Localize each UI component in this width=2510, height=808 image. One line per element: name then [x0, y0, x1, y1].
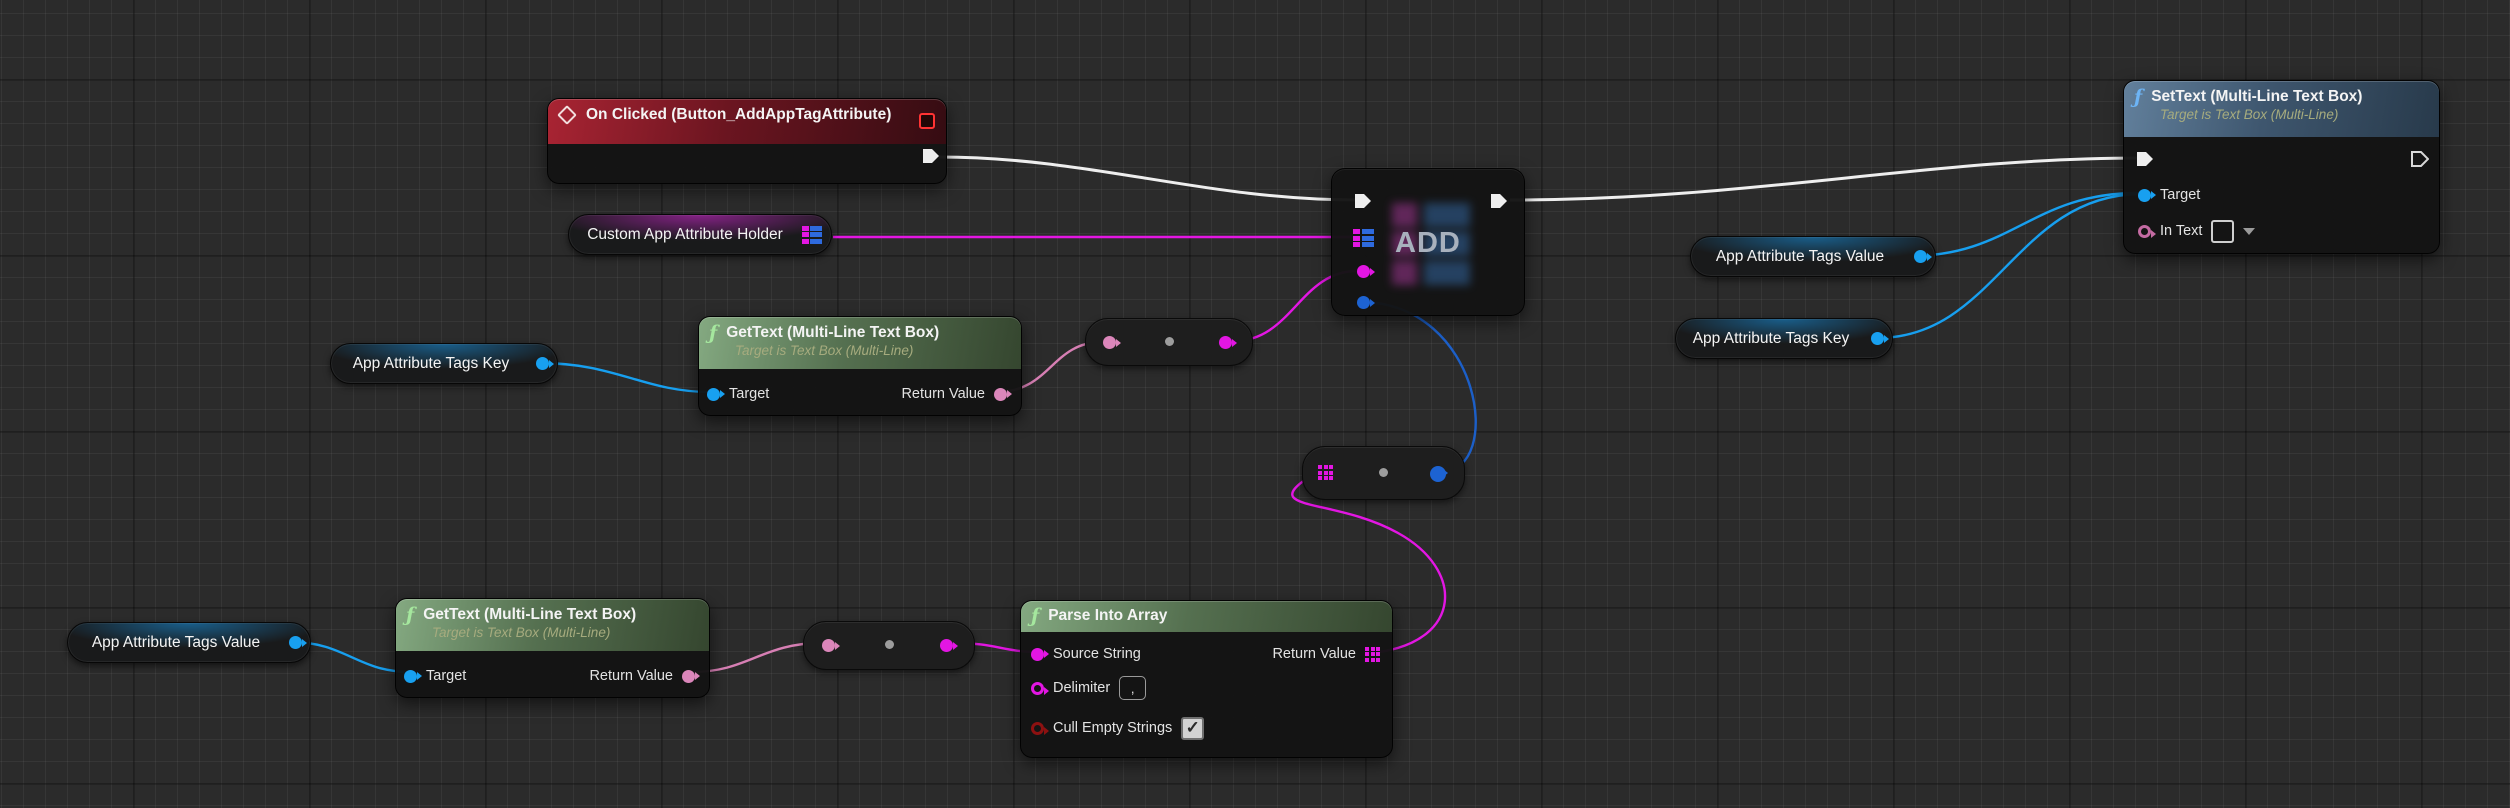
- cull-empty-strings-checkbox[interactable]: ✓: [1181, 717, 1204, 740]
- wire-exec-add-to-settext[interactable]: [1510, 158, 2140, 200]
- return-value-label: Return Value: [1272, 646, 1356, 662]
- in-text-label: In Text: [2160, 223, 2202, 239]
- source-string-pin[interactable]: [1031, 648, 1044, 661]
- target-pin-label: Target: [2160, 187, 2200, 203]
- delimiter-value: ,: [1131, 681, 1135, 696]
- function-node-subtitle: Target is Text Box (Multi-Line): [735, 343, 913, 358]
- conversion-input-pin[interactable]: [822, 639, 835, 652]
- target-pin-label: Target: [729, 386, 769, 402]
- in-text-input[interactable]: [2211, 220, 2234, 243]
- add-node-label: ADD: [1395, 227, 1461, 260]
- function-node-subtitle: Target is Text Box (Multi-Line): [432, 625, 610, 640]
- variable-pill-label: Custom App Attribute Holder: [587, 226, 783, 244]
- function-node-title: SetText (Multi-Line Text Box): [2151, 87, 2362, 107]
- source-string-label: Source String: [1053, 646, 1141, 662]
- object-pin[interactable]: [1914, 250, 1927, 263]
- conversion-node-text-to-string-bottom[interactable]: [803, 621, 975, 670]
- function-node-header: ƒ GetText (Multi-Line Text Box) Target i…: [396, 599, 709, 651]
- function-icon: ƒ: [1031, 606, 1039, 626]
- target-pin[interactable]: [707, 388, 720, 401]
- variable-pill-custom-app-attribute-holder[interactable]: Custom App Attribute Holder: [568, 214, 832, 255]
- variable-pill-app-attribute-tags-key-left[interactable]: App Attribute Tags Key: [330, 343, 558, 384]
- exec-out-pin[interactable]: [922, 148, 940, 164]
- object-pin[interactable]: [289, 636, 302, 649]
- conversion-dot-icon: [1379, 468, 1388, 477]
- conversion-dot-icon: [1165, 337, 1174, 346]
- wire-obj-valuepill-right-to-settext[interactable]: [1910, 193, 2138, 256]
- function-icon: ƒ: [709, 323, 717, 343]
- variable-pill-app-attribute-tags-value-bottom[interactable]: App Attribute Tags Value: [67, 622, 311, 663]
- function-node-parse-into-array[interactable]: ƒ Parse Into Array Source String Return …: [1020, 600, 1393, 758]
- return-value-label: Return Value: [901, 386, 985, 402]
- dropdown-caret-icon[interactable]: [2243, 228, 2255, 235]
- event-node-title: On Clicked (Button_AddAppTagAttribute): [586, 105, 891, 125]
- in-text-pin[interactable]: [2138, 225, 2151, 238]
- map-add-node[interactable]: ADD: [1331, 168, 1525, 316]
- delimiter-pin[interactable]: [1031, 682, 1044, 695]
- conversion-output-pin[interactable]: [1219, 336, 1232, 349]
- variable-pill-label: App Attribute Tags Key: [1693, 330, 1850, 348]
- cull-empty-strings-pin[interactable]: [1031, 722, 1044, 735]
- target-pin-label: Target: [426, 668, 466, 684]
- conversion-dot-icon: [885, 640, 894, 649]
- conversion-output-pin[interactable]: [940, 639, 953, 652]
- exec-in-pin[interactable]: [1354, 193, 1372, 209]
- function-node-subtitle: Target is Text Box (Multi-Line): [2160, 107, 2338, 122]
- conversion-node-array-middle[interactable]: [1302, 446, 1465, 500]
- function-icon: ƒ: [406, 605, 414, 625]
- exec-out-pin[interactable]: [2411, 151, 2429, 167]
- function-node-gettext-top[interactable]: ƒ GetText (Multi-Line Text Box) Target i…: [698, 316, 1022, 416]
- return-value-array-pin[interactable]: [1365, 647, 1380, 662]
- function-node-title: Parse Into Array: [1048, 606, 1167, 626]
- map-pin[interactable]: [802, 226, 823, 244]
- event-diamond-icon: [557, 105, 577, 125]
- function-node-header: ƒ SetText (Multi-Line Text Box) Target i…: [2124, 81, 2439, 137]
- function-node-title: GetText (Multi-Line Text Box): [726, 323, 939, 343]
- conversion-input-pin[interactable]: [1103, 336, 1116, 349]
- value-input-pin[interactable]: [1357, 296, 1370, 309]
- function-node-header: ƒ GetText (Multi-Line Text Box) Target i…: [699, 317, 1021, 369]
- return-value-label: Return Value: [589, 668, 673, 684]
- delimiter-label: Delimiter: [1053, 680, 1110, 696]
- variable-pill-label: App Attribute Tags Value: [1716, 248, 1884, 266]
- conversion-output-pin[interactable]: [1430, 466, 1446, 482]
- function-icon: ƒ: [2134, 87, 2142, 107]
- conversion-node-text-to-string-top[interactable]: [1085, 318, 1253, 366]
- function-node-header: ƒ Parse Into Array: [1021, 601, 1392, 632]
- variable-pill-app-attribute-tags-value-right[interactable]: App Attribute Tags Value: [1690, 236, 1936, 277]
- checkmark-icon: ✓: [1186, 718, 1200, 738]
- target-pin[interactable]: [404, 670, 417, 683]
- delimiter-input[interactable]: ,: [1119, 676, 1146, 700]
- return-value-pin[interactable]: [994, 388, 1007, 401]
- wire-obj-keypill-to-gettext-top[interactable]: [540, 363, 710, 392]
- map-input-pin[interactable]: [1353, 229, 1374, 247]
- object-pin[interactable]: [536, 357, 549, 370]
- delegate-pin[interactable]: [919, 113, 935, 129]
- function-node-settext[interactable]: ƒ SetText (Multi-Line Text Box) Target i…: [2123, 80, 2440, 254]
- function-node-gettext-bottom[interactable]: ƒ GetText (Multi-Line Text Box) Target i…: [395, 598, 710, 698]
- return-value-pin[interactable]: [682, 670, 695, 683]
- event-node-on-clicked[interactable]: On Clicked (Button_AddAppTagAttribute): [547, 98, 947, 184]
- event-node-header: On Clicked (Button_AddAppTagAttribute): [548, 99, 946, 144]
- function-node-title: GetText (Multi-Line Text Box): [423, 605, 636, 625]
- exec-out-pin[interactable]: [1490, 193, 1508, 209]
- target-pin[interactable]: [2138, 189, 2151, 202]
- key-input-pin[interactable]: [1357, 265, 1370, 278]
- wire-exec-onclicked-to-add[interactable]: [939, 157, 1357, 200]
- variable-pill-label: App Attribute Tags Key: [353, 355, 510, 373]
- variable-pill-app-attribute-tags-key-right[interactable]: App Attribute Tags Key: [1675, 318, 1893, 359]
- variable-pill-label: App Attribute Tags Value: [92, 634, 260, 652]
- exec-in-pin[interactable]: [2136, 151, 2154, 167]
- blueprint-graph-canvas[interactable]: On Clicked (Button_AddAppTagAttribute) C…: [0, 0, 2510, 808]
- object-pin[interactable]: [1871, 332, 1884, 345]
- cull-empty-strings-label: Cull Empty Strings: [1053, 720, 1172, 736]
- conversion-input-array-pin[interactable]: [1318, 465, 1333, 480]
